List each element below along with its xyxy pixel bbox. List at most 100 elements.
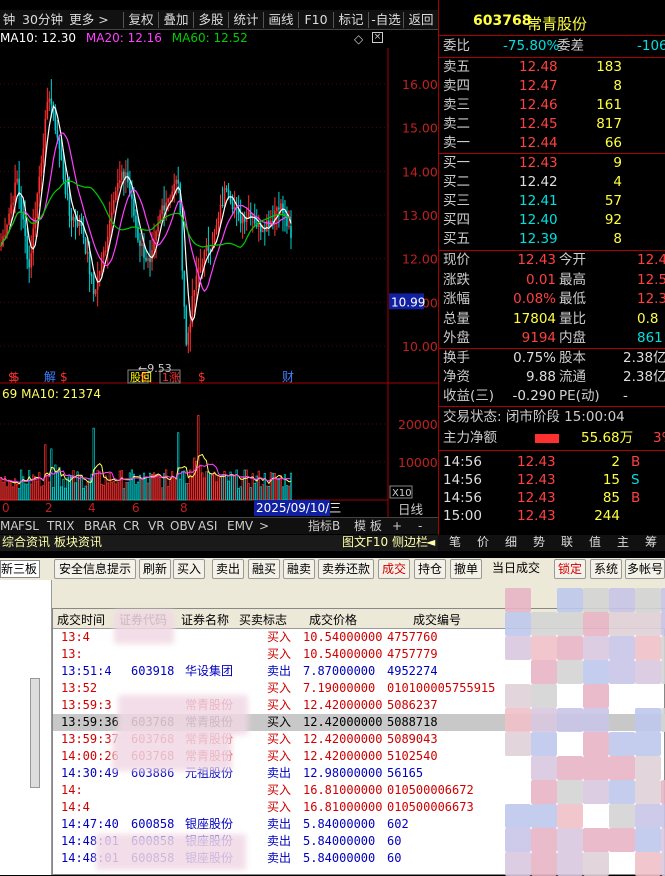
column-header[interactable]: 成交价格 (309, 611, 357, 628)
toolbar-item-6[interactable]: 统计 (229, 10, 263, 30)
volume-bar (114, 483, 117, 501)
candle-body (12, 202, 14, 205)
news-tab[interactable]: 板块资讯 (52, 535, 104, 551)
tab-new-third-board[interactable]: 新三板 (0, 560, 40, 578)
trade-no: 4757760 (387, 630, 438, 644)
detail-tab[interactable]: 主 (610, 535, 636, 551)
trade-button[interactable]: 融卖 (283, 559, 315, 579)
column-header[interactable]: 证券名称 (181, 611, 229, 628)
trade-button[interactable]: 刷新 (139, 559, 171, 579)
stat-value-2: 12.4 (637, 252, 665, 268)
ask-row[interactable]: 卖四 12.47 8 (439, 77, 665, 96)
volume-bar (211, 474, 214, 501)
indicator-tab[interactable]: 模 板 (354, 518, 382, 535)
detail-tab[interactable]: 细 (498, 535, 524, 551)
volume-bar (118, 470, 121, 501)
trade-flag: 买入 (267, 698, 292, 712)
indicator-tab[interactable]: + (392, 518, 402, 535)
detail-tab[interactable]: 筹 (638, 535, 664, 551)
ticks-divider (439, 450, 665, 451)
indicator-tab[interactable]: - (418, 518, 422, 535)
trade-button[interactable]: 撤单 (450, 559, 482, 579)
indicator-tab[interactable]: CR (123, 518, 140, 535)
candle-body (90, 274, 93, 277)
news-tab[interactable]: 综合资讯 (0, 535, 52, 551)
indicator-tab[interactable]: ASI (198, 518, 217, 535)
indicator-tab[interactable]: TRIX (47, 518, 74, 535)
volume-bar (287, 485, 291, 501)
detail-tab[interactable]: 值 (582, 535, 608, 551)
toolbar-item-2[interactable]: 更多 > (66, 10, 112, 30)
tick-volume: 2 (611, 454, 620, 470)
indicator-tab[interactable]: OBV (170, 518, 196, 535)
toolbar-item-7[interactable]: 画线 (264, 10, 298, 30)
indicator-tab[interactable]: FSL (18, 518, 39, 535)
trade-button[interactable]: 持仓 (414, 559, 446, 579)
candle-body (20, 195, 22, 213)
bid-row[interactable]: 买五 12.39 8 (439, 230, 665, 249)
toolbar-item-5[interactable]: 多股 (194, 10, 228, 30)
ask-price: 12.48 (519, 59, 558, 75)
trade-flag: 买入 (267, 783, 292, 797)
indicator-tab[interactable]: BRAR (84, 518, 117, 535)
candle-body (284, 213, 286, 215)
ask-row[interactable]: 卖五 12.48 183 (439, 58, 665, 77)
diamond-icon[interactable]: ◇ (354, 32, 363, 46)
toolbar-item-11[interactable]: 返回 (404, 10, 438, 30)
trade-button[interactable]: 卖出 (212, 559, 244, 579)
trade-button[interactable]: 当日成交 (488, 559, 544, 579)
trade-button[interactable]: 多帐号 (625, 559, 665, 579)
volume-bar (247, 483, 250, 501)
detail-tab[interactable]: 笔 (442, 535, 468, 551)
indicator-tab[interactable]: MA (0, 518, 19, 535)
trade-button[interactable]: 安全信息提示 (54, 559, 136, 579)
volume-bar (92, 427, 95, 501)
ask-row[interactable]: 卖二 12.45 817 (439, 115, 665, 134)
indicator-tab[interactable]: > (259, 518, 269, 535)
volume-bar (277, 478, 280, 501)
detail-tab[interactable]: 势 (526, 535, 552, 551)
fundamental-label: 收益(三) (443, 388, 495, 404)
toolbar-item-0[interactable]: 钟 (0, 10, 18, 30)
trade-button[interactable]: 系统 (590, 559, 622, 579)
volume-bar (20, 469, 23, 501)
indicator-tab[interactable]: EMV (227, 518, 253, 535)
bid-row[interactable]: 买四 12.40 92 (439, 211, 665, 230)
volume-bar (259, 486, 262, 501)
ask-row[interactable]: 卖三 12.46 161 (439, 96, 665, 115)
left-scrollbar[interactable] (30, 678, 40, 788)
trade-button[interactable]: 成交 (378, 559, 410, 579)
news-tab[interactable]: ◄ (424, 535, 437, 551)
trade-button[interactable]: 卖券还款 (318, 559, 374, 579)
ask-row[interactable]: 卖一 12.44 66 (439, 134, 665, 153)
bid-row[interactable]: 买一 12.43 9 (439, 154, 665, 173)
detail-tab[interactable]: 价 (470, 535, 496, 551)
volume-bar (267, 485, 270, 501)
trade-panel: 安全信息提示 刷新 买入 卖出 融买 融卖 卖券还款 成交 持仓 撤单 当日成交 锁定 系统 多帐号 新三… (0, 558, 665, 876)
toolbar-item-10[interactable]: -自选 (369, 10, 403, 30)
privacy-blur (96, 834, 246, 870)
indicator-tab[interactable]: 指标B (308, 518, 340, 535)
news-tab[interactable]: 图文F10 (340, 535, 390, 551)
bid-row[interactable]: 买二 12.42 4 (439, 173, 665, 192)
toolbar-item-3[interactable]: 复权 (124, 10, 158, 30)
column-header[interactable]: 成交编号 (413, 611, 461, 628)
trade-button[interactable]: 融买 (248, 559, 280, 579)
toolbar-item-9[interactable]: 标记 (334, 10, 368, 30)
bid-row[interactable]: 买三 12.41 57 (439, 192, 665, 211)
column-header[interactable]: 成交时间 (57, 611, 105, 628)
detail-tab[interactable]: 联 (554, 535, 580, 551)
column-header[interactable]: 买卖标志 (239, 611, 287, 628)
toolbar-item-4[interactable]: 叠加 (159, 10, 193, 30)
close-icon[interactable]: × (372, 32, 383, 43)
trade-button[interactable]: 买入 (173, 559, 205, 579)
trade-button[interactable]: 锁定 (554, 559, 586, 579)
tick-row: 14:56 12.43 2 B (439, 453, 665, 472)
volume-bar (106, 482, 109, 501)
volume-bar (8, 479, 11, 501)
candle-body (278, 207, 280, 210)
volume-bar (241, 476, 244, 501)
indicator-tab[interactable]: VR (148, 518, 165, 535)
toolbar-item-8[interactable]: F10 (299, 10, 333, 30)
toolbar-item-1[interactable]: 30分钟 (20, 10, 65, 30)
